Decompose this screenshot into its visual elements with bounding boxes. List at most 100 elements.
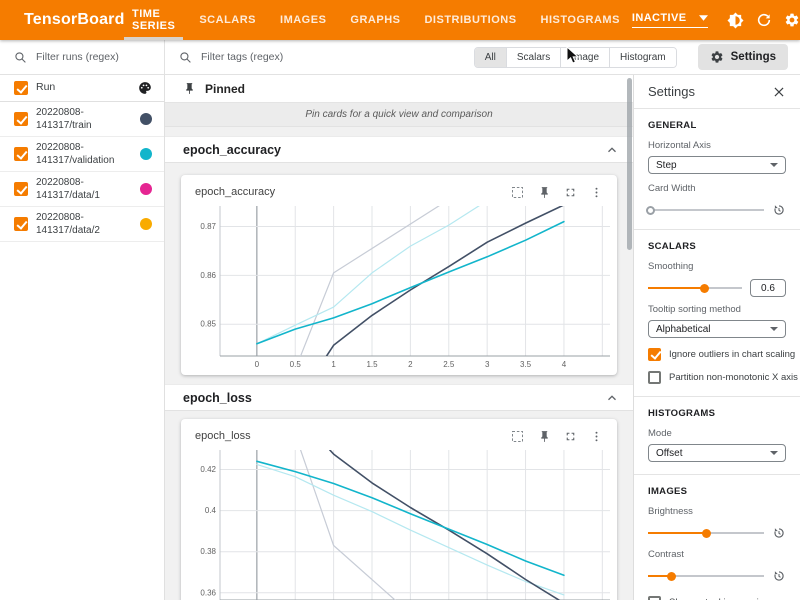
svg-text:0.42: 0.42 <box>200 465 216 474</box>
svg-text:0: 0 <box>255 360 260 369</box>
more-options-icon[interactable] <box>590 430 603 443</box>
smoothing-slider[interactable] <box>648 282 742 294</box>
content-scrollbar[interactable] <box>627 78 632 250</box>
chevron-up-icon[interactable] <box>605 391 619 405</box>
fit-domain-icon[interactable] <box>510 429 525 444</box>
run-checkbox[interactable] <box>14 147 28 161</box>
settings-button-label: Settings <box>731 51 776 63</box>
run-checkbox[interactable] <box>14 217 28 231</box>
reload-status-select[interactable]: INACTIVE <box>632 12 708 28</box>
pin-icon[interactable] <box>538 186 551 199</box>
main-nav-tabs: TIME SERIESSCALARSIMAGESGRAPHSDISTRIBUTI… <box>120 0 632 40</box>
histogram-mode-value: Offset <box>656 448 683 459</box>
section-title: epoch_loss <box>183 391 605 405</box>
svg-text:0.38: 0.38 <box>200 547 216 556</box>
fullscreen-icon[interactable] <box>564 430 577 443</box>
tag-type-filter-group: AllScalarsImageHistogram <box>474 47 677 68</box>
general-heading: GENERAL <box>648 120 786 131</box>
nav-tab-images[interactable]: IMAGES <box>268 0 338 40</box>
reload-status-value: INACTIVE <box>632 12 687 24</box>
contrast-slider[interactable] <box>648 570 764 582</box>
more-options-icon[interactable] <box>590 186 603 199</box>
svg-text:1.5: 1.5 <box>366 360 378 369</box>
run-name: 20220808-141317/data/2 <box>36 211 122 237</box>
scalar-card-epoch-loss: epoch_loss 0.360.380.40.4200.511.522.533… <box>181 419 617 600</box>
runs-column-header: Run <box>36 81 122 95</box>
svg-text:0.87: 0.87 <box>200 222 216 231</box>
svg-text:0.36: 0.36 <box>200 588 216 597</box>
svg-text:2.5: 2.5 <box>443 360 455 369</box>
fullscreen-icon[interactable] <box>564 186 577 199</box>
nav-tab-scalars[interactable]: SCALARS <box>187 0 268 40</box>
gear-icon <box>710 50 724 64</box>
refresh-icon[interactable] <box>750 6 778 34</box>
run-list: 20220808-141317/train20220808-141317/val… <box>0 102 164 242</box>
reset-icon[interactable] <box>772 569 786 583</box>
section-epoch-accuracy[interactable]: epoch_accuracy <box>165 136 633 163</box>
divider <box>634 396 800 397</box>
palette-icon[interactable] <box>138 81 152 95</box>
run-color-dot <box>140 113 152 125</box>
nav-tab-graphs[interactable]: GRAPHS <box>338 0 412 40</box>
partition-x-axis-checkbox[interactable] <box>648 371 661 384</box>
svg-text:0.86: 0.86 <box>200 271 216 280</box>
runs-filter-input[interactable]: Filter runs (regex) <box>0 40 165 74</box>
chevron-up-icon[interactable] <box>605 143 619 157</box>
run-name: 20220808-141317/train <box>36 106 122 132</box>
brightness-toggle-icon[interactable] <box>722 6 750 34</box>
nav-tab-histograms[interactable]: HISTOGRAMS <box>529 0 632 40</box>
svg-text:3: 3 <box>485 360 490 369</box>
reset-icon[interactable] <box>772 526 786 540</box>
topbar-right: INACTIVE ? <box>632 6 800 34</box>
tag-filter-scalars[interactable]: Scalars <box>506 48 560 67</box>
svg-text:3.5: 3.5 <box>520 360 532 369</box>
run-checkbox[interactable] <box>14 182 28 196</box>
gear-icon[interactable] <box>778 6 800 34</box>
nav-tab-distributions[interactable]: DISTRIBUTIONS <box>412 0 528 40</box>
chevron-down-icon <box>699 15 708 21</box>
pinned-empty-banner: Pin cards for a quick view and compariso… <box>165 103 633 127</box>
run-color-dot <box>140 148 152 160</box>
run-checkbox[interactable] <box>14 112 28 126</box>
ignore-outliers-label: Ignore outliers in chart scaling <box>669 349 795 360</box>
histogram-mode-select[interactable]: Offset <box>648 444 786 462</box>
card-toolbar <box>510 185 603 200</box>
pin-icon[interactable] <box>538 430 551 443</box>
close-icon[interactable] <box>772 85 786 99</box>
search-icon <box>14 51 27 64</box>
smoothing-input[interactable] <box>750 279 786 297</box>
brightness-label: Brightness <box>648 506 786 517</box>
reset-icon[interactable] <box>772 203 786 217</box>
epoch-loss-chart[interactable]: 0.360.380.40.4200.511.522.533.54 <box>186 447 616 600</box>
card-width-label: Card Width <box>648 183 786 194</box>
run-color-dot <box>140 218 152 230</box>
main-content: Pinned Pin cards for a quick view and co… <box>165 75 633 600</box>
nav-tab-time-series[interactable]: TIME SERIES <box>120 0 187 40</box>
brightness-slider[interactable] <box>648 527 764 539</box>
settings-button[interactable]: Settings <box>698 44 788 70</box>
card-title: epoch_accuracy <box>195 186 510 198</box>
tooltip-sorting-select[interactable]: Alphabetical <box>648 320 786 338</box>
tooltip-sorting-label: Tooltip sorting method <box>648 304 786 315</box>
horizontal-axis-select[interactable]: Step <box>648 156 786 174</box>
ignore-outliers-checkbox[interactable] <box>648 348 661 361</box>
select-all-runs-checkbox[interactable] <box>14 81 28 95</box>
top-app-bar: TensorBoard TIME SERIESSCALARSIMAGESGRAP… <box>0 0 800 40</box>
card-title: epoch_loss <box>195 430 510 442</box>
section-epoch-loss[interactable]: epoch_loss <box>165 384 633 411</box>
chevron-down-icon <box>770 163 778 167</box>
tag-filter-all[interactable]: All <box>475 48 506 67</box>
pinned-title: Pinned <box>205 82 245 96</box>
actual-image-size-checkbox[interactable] <box>648 596 661 600</box>
runs-header-row: Run <box>0 75 164 102</box>
svg-text:4: 4 <box>562 360 567 369</box>
scalars-heading: SCALARS <box>648 241 786 252</box>
tag-filter-image[interactable]: Image <box>560 48 609 67</box>
card-width-slider[interactable] <box>648 204 764 216</box>
images-heading: IMAGES <box>648 486 786 497</box>
tag-filter-histogram[interactable]: Histogram <box>609 48 676 67</box>
fit-domain-icon[interactable] <box>510 185 525 200</box>
svg-text:1: 1 <box>331 360 336 369</box>
pinned-section-header: Pinned <box>165 75 633 103</box>
epoch-accuracy-chart[interactable]: 0.850.860.8700.511.522.533.54 <box>186 203 616 371</box>
